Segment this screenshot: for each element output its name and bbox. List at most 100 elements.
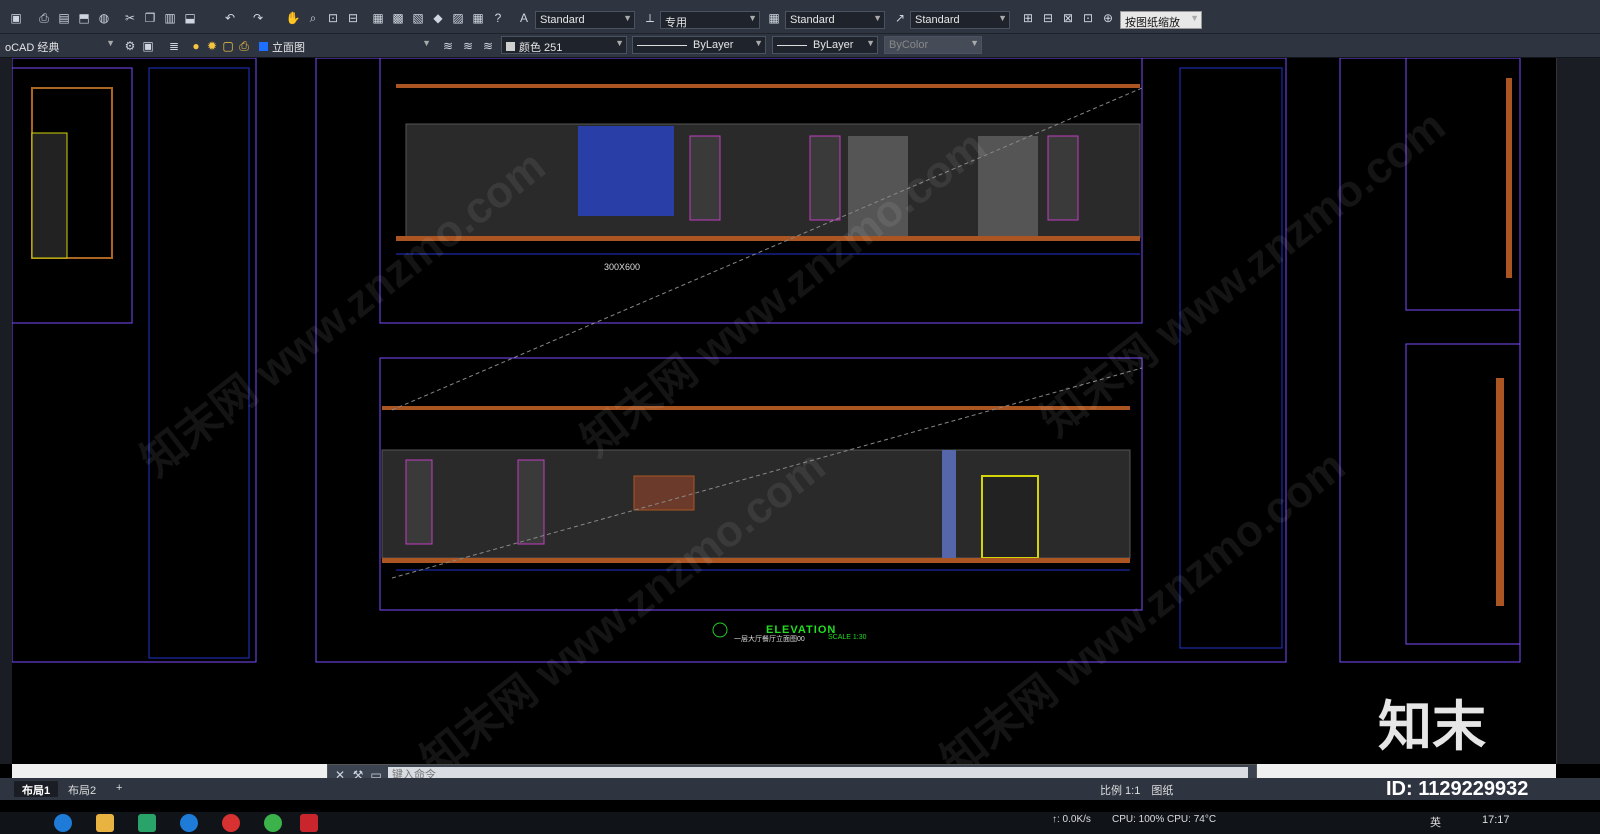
make-current-layer-icon[interactable]: ≋	[440, 38, 456, 54]
layer-previous-icon[interactable]: ≋	[460, 38, 476, 54]
text-style-select[interactable]: Standard ▼	[535, 11, 635, 29]
top-ceiling-beam	[396, 84, 1140, 88]
multileader-style-icon[interactable]: ↗	[892, 10, 908, 26]
logo: 知末	[1378, 697, 1486, 757]
sheet-set-icon[interactable]: ◆	[430, 10, 446, 26]
plot-icon[interactable]: ⎙	[236, 38, 252, 54]
table-style-icon[interactable]: ▦	[766, 10, 782, 26]
bottom-column	[942, 450, 956, 558]
layer-properties-icon[interactable]: ≣	[166, 38, 182, 54]
linetype-select[interactable]: ByLayer ▼	[632, 36, 766, 54]
viewport-clip-icon[interactable]: ⊠	[1060, 10, 1076, 26]
bottom-scroll-2	[517, 459, 545, 545]
zoom-realtime-icon[interactable]: ⌕	[305, 10, 321, 26]
copy-icon[interactable]: ❐	[142, 10, 158, 26]
center-title-block	[1179, 67, 1283, 649]
viewport-poly-icon[interactable]: ⊟	[1040, 10, 1056, 26]
redo-icon[interactable]: ↷	[250, 10, 266, 26]
paste-icon[interactable]: ▥	[162, 10, 178, 26]
left-viewport	[12, 67, 133, 324]
viewport-icon[interactable]: ⊞	[1020, 10, 1036, 26]
lineweight-sample	[777, 44, 807, 46]
top-scroll-2	[809, 135, 841, 221]
save-icon[interactable]: ▣	[8, 10, 24, 26]
layer-select[interactable]: 立面图 ▼	[254, 36, 434, 54]
folder-icon[interactable]	[96, 814, 114, 832]
pan-icon[interactable]: ✋	[285, 10, 301, 26]
viewport-scale-select[interactable]: 按图纸缩放 ▼	[1120, 11, 1202, 29]
text-style-icon[interactable]: A	[516, 10, 532, 26]
wechat-icon[interactable]	[264, 814, 282, 832]
cut-icon[interactable]: ✂	[122, 10, 138, 26]
table-style-value: Standard	[790, 14, 835, 26]
plot-preview-icon[interactable]: ▤	[56, 10, 72, 26]
bottom-painting	[633, 475, 695, 511]
publish-icon[interactable]: ⬒	[76, 10, 92, 26]
right-wall-section-1	[1506, 78, 1512, 278]
top-lattice-1	[848, 136, 908, 236]
net-speed: ↑: 0.0K/s	[1052, 814, 1091, 825]
add-layout-button[interactable]: +	[108, 781, 130, 797]
browser-icon[interactable]	[54, 814, 72, 832]
chevron-down-icon: ▼	[623, 13, 632, 23]
scale-label: SCALE 1:30	[828, 634, 867, 641]
right-top-viewport	[1405, 58, 1521, 311]
multileader-style-select[interactable]: Standard ▼	[910, 11, 1010, 29]
elevation-marker	[712, 622, 728, 638]
layout-tabs: 布局1 布局2 + 比例 1:1 图纸 ID: 1129229932	[0, 778, 1600, 800]
viewport-scale-icon[interactable]: ⊕	[1100, 10, 1116, 26]
scale-status[interactable]: 比例 1:1	[1100, 785, 1140, 797]
paper-status[interactable]: 图纸	[1151, 785, 1173, 797]
chevron-down-icon: ▼	[873, 13, 882, 23]
print-icon[interactable]: ⎙	[36, 10, 52, 26]
color-swatch	[506, 42, 515, 51]
tool-palettes-icon[interactable]: ▧	[410, 10, 426, 26]
table-style-select[interactable]: Standard ▼	[785, 11, 885, 29]
lock-icon[interactable]: ▢	[220, 38, 236, 54]
chevron-down-icon: ▼	[998, 13, 1007, 23]
workspace-select[interactable]: oCAD 经典 ▼	[0, 36, 118, 54]
layer-state-icon[interactable]: ≋	[480, 38, 496, 54]
netease-music-icon[interactable]	[222, 814, 240, 832]
markup-icon[interactable]: ▨	[450, 10, 466, 26]
autocad-icon[interactable]	[300, 814, 318, 832]
color-select[interactable]: 颜色 251 ▼	[501, 36, 627, 54]
viewport-convert-icon[interactable]: ⊡	[1080, 10, 1096, 26]
design-center-icon[interactable]: ▩	[390, 10, 406, 26]
modify-toolbar	[1556, 58, 1600, 764]
app-3-icon[interactable]	[138, 814, 156, 832]
gear-icon[interactable]: ⚙	[122, 38, 138, 54]
top-blue-screen	[578, 126, 674, 216]
elevation-subtitle: 一层大厅餐厅立面图00	[734, 636, 805, 643]
calculator-icon[interactable]: ▦	[470, 10, 486, 26]
ime-indicator[interactable]: 英	[1430, 814, 1441, 830]
lightbulb-icon[interactable]: ●	[188, 38, 204, 54]
chevron-down-icon: ▼	[106, 38, 115, 48]
sun-icon[interactable]: ✹	[204, 38, 220, 54]
clock[interactable]: 17:17	[1482, 814, 1510, 826]
dim-style-value: 专用	[665, 17, 687, 29]
viewport-scale-value: 按图纸缩放	[1125, 17, 1180, 29]
undo-icon[interactable]: ↶	[222, 10, 238, 26]
multileader-style-value: Standard	[915, 14, 960, 26]
dim-style-select[interactable]: 专用 ▼	[660, 11, 760, 29]
chevron-down-icon: ▼	[754, 38, 763, 48]
sogou-icon[interactable]	[180, 814, 198, 832]
zoom-previous-icon[interactable]: ⊟	[345, 10, 361, 26]
layers-toolbar: oCAD 经典 ▼ ⚙ ▣ ≣ ● ✹ ▢ ⎙ 立面图 ▼ ≋ ≋ ≋ 颜色 251…	[0, 34, 1600, 58]
globe-icon[interactable]: ◍	[96, 10, 112, 26]
dim-style-icon[interactable]: ⟂	[642, 10, 658, 26]
standard-toolbar: ▣ ⎙ ▤ ⬒ ◍ ✂ ❐ ▥ ⬓ ↶ ↷ ✋ ⌕ ⊡ ⊟ ▦ ▩ ▧ ◆ ▨ …	[0, 0, 1600, 34]
workspace-settings-icon[interactable]: ▣	[140, 38, 156, 54]
zoom-window-icon[interactable]: ⊡	[325, 10, 341, 26]
tab-layout2[interactable]: 布局2	[60, 781, 104, 797]
tab-layout1[interactable]: 布局1	[14, 781, 59, 797]
drawing-canvas[interactable]: 300X600 ELEVATION 一层大厅餐厅立面图00 SCALE 1:30…	[12, 58, 1556, 764]
help-icon[interactable]: ?	[490, 10, 506, 26]
top-floor-line	[396, 236, 1140, 241]
lineweight-select[interactable]: ByLayer ▼	[772, 36, 878, 54]
match-prop-icon[interactable]: ⬓	[182, 10, 198, 26]
tile-size-label: 300X600	[604, 262, 641, 272]
top-scroll-1	[689, 135, 721, 221]
properties-icon[interactable]: ▦	[370, 10, 386, 26]
